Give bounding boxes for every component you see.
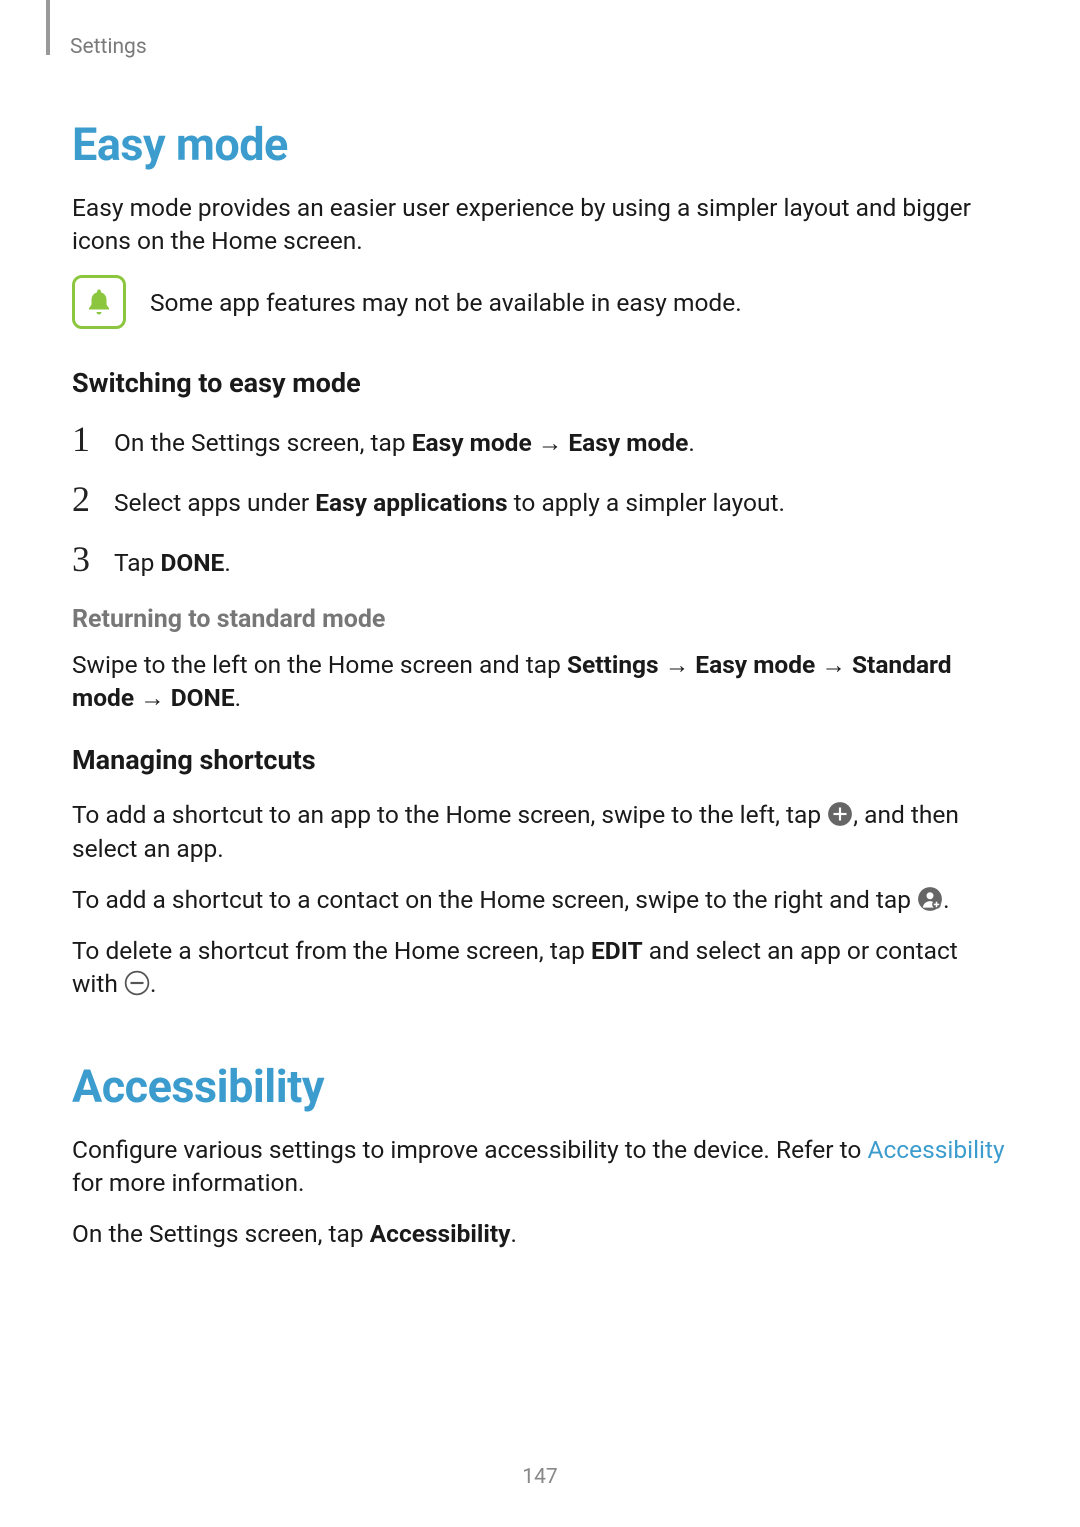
accessibility-instruction: On the Settings screen, tap Accessibilit… — [72, 1217, 1008, 1250]
page-number: 147 — [0, 1465, 1080, 1489]
note-callout: Some app features may not be available i… — [72, 275, 1008, 329]
accessibility-link[interactable]: Accessibility — [867, 1135, 1004, 1164]
page-content: Easy mode Easy mode provides an easier u… — [0, 0, 1080, 1250]
step-3-text: Tap DONE. — [114, 546, 231, 579]
note-text: Some app features may not be available i… — [150, 286, 742, 319]
accessibility-intro: Configure various settings to improve ac… — [72, 1133, 1008, 1199]
header-tab-marker — [46, 0, 50, 55]
returning-paragraph: Swipe to the left on the Home screen and… — [72, 648, 1008, 714]
subheading-returning: Returning to standard mode — [72, 605, 1008, 634]
minus-circle-icon — [124, 970, 150, 996]
bell-icon — [84, 287, 114, 317]
breadcrumb: Settings — [70, 35, 147, 59]
section-title-accessibility: Accessibility — [72, 1060, 1008, 1113]
note-icon-box — [72, 275, 126, 329]
subheading-managing-shortcuts: Managing shortcuts — [72, 744, 1008, 776]
section-title-easy-mode: Easy mode — [72, 118, 1008, 171]
step-2-text: Select apps under Easy applications to a… — [114, 486, 785, 519]
step-2: 2 Select apps under Easy applications to… — [72, 481, 1008, 519]
shortcut-add-contact: To add a shortcut to a contact on the Ho… — [72, 883, 1008, 916]
plus-circle-icon — [827, 801, 853, 827]
step-numeral: 3 — [72, 541, 98, 577]
shortcut-add-app: To add a shortcut to an app to the Home … — [72, 798, 1008, 864]
easy-mode-intro: Easy mode provides an easier user experi… — [72, 191, 1008, 257]
shortcut-delete: To delete a shortcut from the Home scree… — [72, 934, 1008, 1000]
step-1-text: On the Settings screen, tap Easy mode → … — [114, 426, 695, 459]
step-1: 1 On the Settings screen, tap Easy mode … — [72, 421, 1008, 459]
step-numeral: 2 — [72, 481, 98, 517]
steps-list: 1 On the Settings screen, tap Easy mode … — [72, 421, 1008, 579]
step-3: 3 Tap DONE. — [72, 541, 1008, 579]
subheading-switching: Switching to easy mode — [72, 367, 1008, 399]
add-contact-icon — [917, 886, 943, 912]
step-numeral: 1 — [72, 421, 98, 457]
